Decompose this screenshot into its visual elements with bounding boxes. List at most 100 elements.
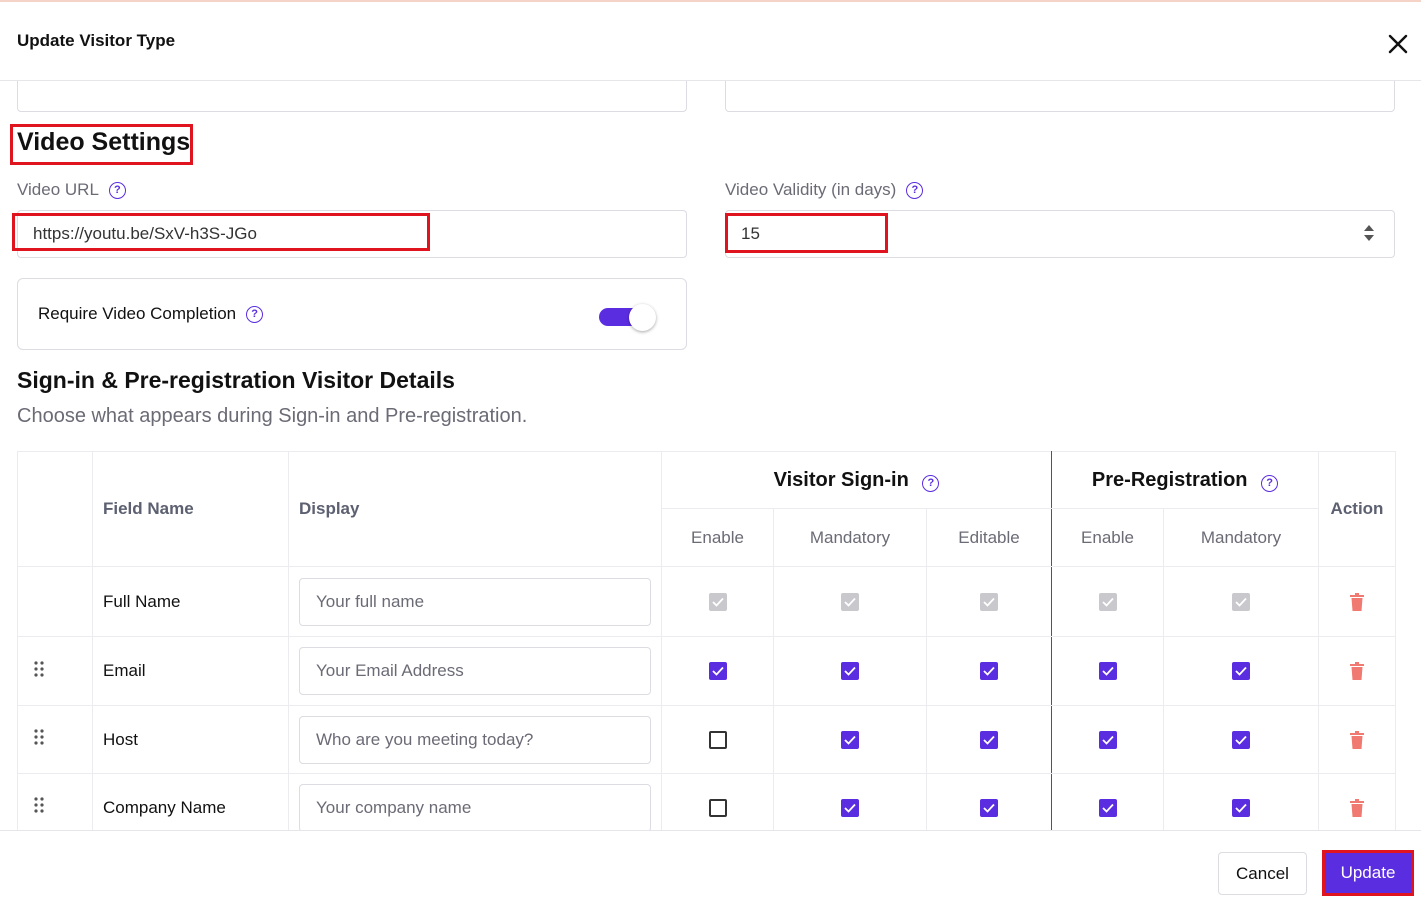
signin-editable-checkbox[interactable] bbox=[980, 730, 998, 749]
cancel-button[interactable]: Cancel bbox=[1218, 852, 1307, 895]
signin-enable-checkbox bbox=[708, 592, 727, 611]
help-icon[interactable]: ? bbox=[1261, 474, 1279, 492]
signin-editable-cell bbox=[926, 705, 1052, 774]
signin-mandatory-header: Mandatory bbox=[773, 508, 927, 567]
signin-editable-checkbox[interactable] bbox=[980, 798, 998, 817]
prereg-enable-cell bbox=[1051, 566, 1164, 637]
signin-mandatory-cell bbox=[773, 705, 927, 774]
signin-editable-checkbox[interactable] bbox=[980, 662, 998, 680]
table-row: Host Who are you meeting today? bbox=[17, 705, 1396, 774]
prereg-enable-cell bbox=[1051, 636, 1164, 706]
prereg-enable-cell bbox=[1051, 773, 1164, 830]
prereg-enable-checkbox[interactable] bbox=[1098, 662, 1117, 680]
prereg-mandatory-cell bbox=[1163, 773, 1319, 830]
highlight-box: Update bbox=[1322, 850, 1414, 896]
trash-icon[interactable] bbox=[1350, 798, 1364, 817]
drag-cell bbox=[17, 636, 93, 706]
previous-field-left[interactable] bbox=[17, 81, 687, 112]
signin-mandatory-checkbox[interactable] bbox=[841, 662, 859, 680]
drag-column-header bbox=[17, 451, 93, 567]
action-cell bbox=[1318, 566, 1396, 637]
signin-enable-cell bbox=[661, 566, 774, 637]
prereg-mandatory-cell bbox=[1163, 705, 1319, 774]
drag-handle-icon[interactable] bbox=[34, 797, 44, 818]
display-cell: Who are you meeting today? bbox=[288, 705, 662, 774]
prereg-mandatory-checkbox bbox=[1232, 592, 1250, 611]
signin-editable-checkbox bbox=[980, 592, 998, 611]
visitor-signin-header-text: Visitor Sign-in bbox=[773, 468, 909, 491]
drag-cell bbox=[17, 566, 93, 637]
help-icon[interactable]: ? bbox=[922, 474, 940, 492]
pre-registration-header: Pre-Registration ? bbox=[1051, 451, 1319, 509]
signin-enable-cell bbox=[661, 705, 774, 774]
display-header: Display bbox=[288, 451, 662, 567]
signin-enable-checkbox[interactable] bbox=[708, 730, 727, 749]
video-url-label: Video URL ? bbox=[17, 180, 126, 200]
details-subtitle: Choose what appears during Sign-in and P… bbox=[17, 405, 528, 427]
prereg-enable-cell bbox=[1051, 705, 1164, 774]
help-icon[interactable]: ? bbox=[108, 181, 126, 199]
field-name: Company Name bbox=[92, 773, 289, 830]
prereg-mandatory-checkbox[interactable] bbox=[1232, 662, 1250, 680]
details-title: Sign-in & Pre-registration Visitor Detai… bbox=[17, 367, 455, 393]
display-cell: Your Email Address bbox=[288, 636, 662, 706]
action-cell bbox=[1318, 773, 1396, 830]
prereg-mandatory-cell bbox=[1163, 636, 1319, 706]
display-placeholder-input[interactable]: Your full name bbox=[299, 577, 651, 626]
trash-icon[interactable] bbox=[1350, 662, 1364, 680]
display-cell: Your company name bbox=[288, 773, 662, 830]
display-placeholder-input[interactable]: Who are you meeting today? bbox=[299, 715, 651, 764]
signin-editable-cell bbox=[926, 636, 1052, 706]
field-name: Host bbox=[92, 705, 289, 774]
close-icon[interactable] bbox=[1384, 30, 1412, 58]
signin-mandatory-checkbox[interactable] bbox=[841, 730, 859, 749]
prereg-mandatory-checkbox[interactable] bbox=[1232, 730, 1250, 749]
signin-mandatory-checkbox[interactable] bbox=[841, 798, 859, 817]
prereg-mandatory-header: Mandatory bbox=[1163, 508, 1319, 567]
drag-cell bbox=[17, 705, 93, 774]
prereg-mandatory-checkbox[interactable] bbox=[1232, 798, 1250, 817]
action-cell bbox=[1318, 705, 1396, 774]
signin-editable-header: Editable bbox=[926, 508, 1052, 567]
field-name-header: Field Name bbox=[92, 451, 289, 567]
signin-mandatory-cell bbox=[773, 636, 927, 706]
drag-handle-icon[interactable] bbox=[34, 660, 44, 682]
table-row: Email Your Email Address bbox=[17, 636, 1396, 706]
require-video-completion-toggle[interactable] bbox=[599, 304, 656, 331]
video-validity-label: Video Validity (in days) ? bbox=[725, 180, 924, 200]
action-cell bbox=[1318, 636, 1396, 706]
field-name: Email bbox=[92, 636, 289, 706]
highlight-box bbox=[10, 124, 193, 165]
require-video-completion-text: Require Video Completion bbox=[38, 304, 237, 323]
signin-enable-checkbox[interactable] bbox=[708, 798, 727, 817]
prereg-enable-checkbox[interactable] bbox=[1098, 730, 1117, 749]
table-row: Company Name Your company name bbox=[17, 773, 1396, 830]
signin-mandatory-cell bbox=[773, 773, 927, 830]
signin-editable-cell bbox=[926, 566, 1052, 637]
signin-enable-cell bbox=[661, 636, 774, 706]
update-button[interactable]: Update bbox=[1325, 853, 1411, 893]
trash-icon[interactable] bbox=[1350, 592, 1364, 611]
scrollbar[interactable] bbox=[1413, 81, 1421, 830]
trash-icon[interactable] bbox=[1350, 730, 1364, 749]
prereg-enable-header: Enable bbox=[1051, 508, 1164, 567]
signin-enable-header: Enable bbox=[661, 508, 774, 567]
require-video-completion-label: Require Video Completion ? bbox=[38, 304, 264, 324]
previous-field-right[interactable] bbox=[725, 81, 1395, 112]
visitor-signin-header: Visitor Sign-in ? bbox=[661, 451, 1052, 509]
prereg-mandatory-cell bbox=[1163, 566, 1319, 637]
display-placeholder-input[interactable]: Your company name bbox=[299, 783, 651, 830]
dialog-title: Update Visitor Type bbox=[17, 31, 176, 50]
drag-handle-icon[interactable] bbox=[34, 729, 44, 750]
signin-editable-cell bbox=[926, 773, 1052, 830]
number-spinner-icon[interactable] bbox=[1363, 222, 1375, 244]
drag-cell bbox=[17, 773, 93, 830]
display-placeholder-input[interactable]: Your Email Address bbox=[299, 647, 651, 695]
signin-enable-cell bbox=[661, 773, 774, 830]
prereg-enable-checkbox[interactable] bbox=[1098, 798, 1117, 817]
help-icon[interactable]: ? bbox=[246, 305, 264, 323]
pre-registration-header-text: Pre-Registration bbox=[1091, 468, 1248, 491]
table-row: Full Name Your full name bbox=[17, 566, 1396, 637]
signin-enable-checkbox[interactable] bbox=[708, 662, 727, 680]
help-icon[interactable]: ? bbox=[906, 181, 924, 199]
